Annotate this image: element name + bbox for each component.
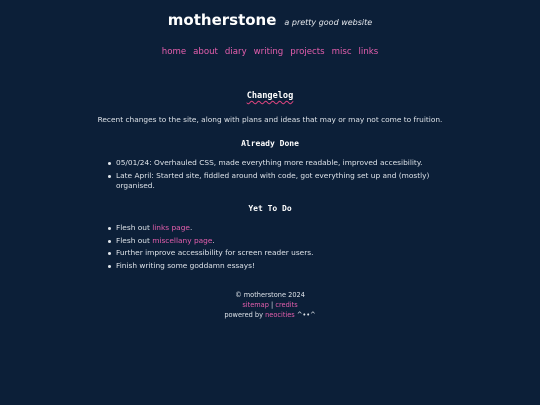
sitemap-link[interactable]: sitemap [242, 301, 269, 309]
list-item: Flesh out miscellany page. [108, 235, 435, 247]
powered-by-prefix: powered by [224, 310, 266, 319]
main-content: Changelog Recent changes to the site, al… [98, 90, 443, 272]
intro-text: Recent changes to the site, along with p… [97, 114, 443, 124]
nav-diary[interactable]: diary [225, 46, 247, 58]
emote: ^••^ [294, 310, 316, 319]
page: motherstone a pretty good website home a… [0, 0, 540, 405]
list-item: Finish writing some goddamn essays! [108, 261, 435, 272]
nav-writing[interactable]: writing [254, 46, 284, 58]
main-nav: home about diary writing projects misc l… [0, 46, 540, 58]
nav-about[interactable]: about [193, 46, 218, 58]
todo-item-prefix: Flesh out [116, 235, 153, 245]
site-logo[interactable]: motherstone [168, 10, 277, 32]
done-list: 05/01/24: Overhauled CSS, made everythin… [105, 158, 435, 192]
list-item: 05/01/24: Overhauled CSS, made everythin… [108, 158, 435, 169]
todo-item-suffix: . [189, 222, 193, 232]
site-footer: © motherstone 2024 sitemap | credits pow… [0, 291, 540, 321]
nav-misc[interactable]: misc [332, 46, 352, 58]
list-item: Flesh out links page. [108, 222, 435, 234]
credits-link[interactable]: credits [275, 301, 297, 309]
nav-projects[interactable]: projects [290, 46, 324, 58]
page-title-text: Changelog [246, 91, 294, 102]
links-page-link[interactable]: links page [152, 223, 190, 232]
done-heading: Already Done [241, 139, 299, 149]
todo-item-suffix: . [212, 235, 215, 245]
nav-home[interactable]: home [162, 46, 186, 58]
list-item: Further improve accessibility for screen… [108, 248, 435, 259]
neocities-link[interactable]: neocities [265, 311, 295, 319]
brand-row: motherstone a pretty good website [0, 10, 540, 32]
todo-list: Flesh out links page. Flesh out miscella… [105, 223, 435, 272]
nav-links[interactable]: links [359, 46, 379, 58]
page-title: Changelog [105, 90, 435, 102]
miscellany-page-link[interactable]: miscellany page [152, 236, 212, 245]
copyright: © motherstone 2024 [235, 291, 305, 299]
site-header: motherstone a pretty good website home a… [0, 0, 540, 58]
todo-item-prefix: Flesh out [116, 222, 153, 232]
powered-by: powered by neocities ^••^ [0, 311, 540, 321]
site-tagline: a pretty good website [284, 18, 373, 27]
todo-heading: Yet To Do [248, 204, 292, 214]
list-item: Late April: Started site, fiddled around… [105, 171, 435, 192]
footer-links: sitemap | credits [0, 301, 540, 311]
